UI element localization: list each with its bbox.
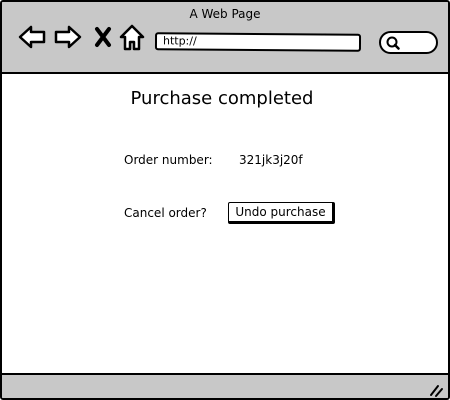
forward-arrow-icon[interactable]	[54, 24, 82, 50]
home-icon[interactable]	[119, 24, 145, 52]
search-icon	[386, 36, 400, 50]
window-title: A Web Page	[189, 7, 261, 21]
undo-purchase-button[interactable]: Undo purchase	[228, 202, 335, 224]
close-icon[interactable]	[94, 24, 112, 50]
browser-window: A Web Page http:// Purchase completed Or…	[0, 0, 450, 400]
resize-grip-icon[interactable]	[428, 382, 444, 398]
page-title: Purchase completed	[130, 88, 314, 109]
url-input[interactable]: http://	[154, 32, 362, 52]
page-content: Purchase completed Order number: 321jk3j…	[2, 74, 448, 371]
order-number-value: 321jk3j20f	[239, 153, 303, 167]
back-arrow-icon[interactable]	[18, 24, 46, 50]
order-number-label: Order number:	[124, 153, 213, 167]
cancel-order-label: Cancel order?	[124, 206, 207, 220]
browser-toolbar: A Web Page http://	[2, 2, 448, 74]
search-field[interactable]	[379, 31, 438, 54]
status-bar	[2, 373, 448, 398]
